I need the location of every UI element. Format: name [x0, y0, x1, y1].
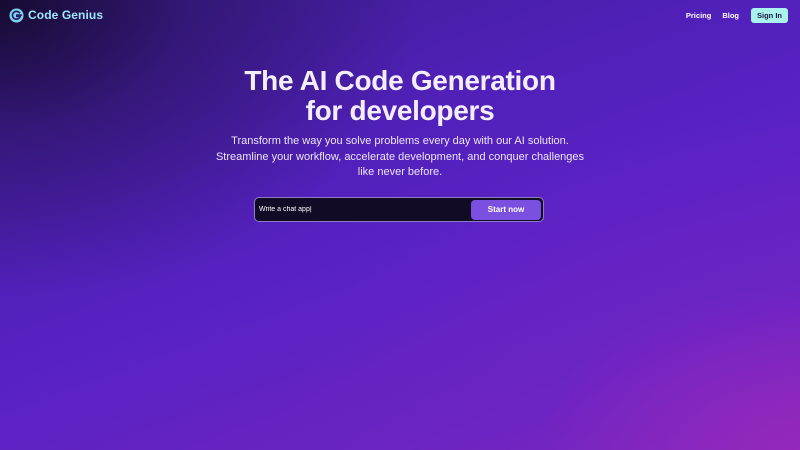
start-now-button[interactable]: Start now	[471, 199, 541, 220]
hero-title: The AI Code Generation for developers	[0, 66, 800, 126]
nav-link-blog[interactable]: Blog	[722, 9, 739, 23]
prompt-input[interactable]	[255, 198, 471, 221]
brand-link[interactable]: Code Genius	[9, 7, 103, 23]
main-nav: Pricing Blog Sign In	[686, 8, 788, 23]
brand-name: Code Genius	[28, 8, 104, 22]
top-navbar: Code Genius Pricing Blog Sign In	[0, 0, 800, 32]
sign-in-button[interactable]: Sign In	[751, 8, 788, 23]
hero-subtitle: Transform the way you solve problems eve…	[215, 135, 585, 178]
nav-link-pricing[interactable]: Pricing	[686, 9, 711, 23]
hero-title-line-1: The AI Code Generation	[244, 65, 556, 96]
g-logo-icon	[9, 7, 24, 23]
prompt-bar: Start now	[254, 197, 544, 222]
hero-section: The AI Code Generation for developers Tr…	[0, 66, 800, 181]
hero-title-line-2: for developers	[305, 95, 495, 126]
